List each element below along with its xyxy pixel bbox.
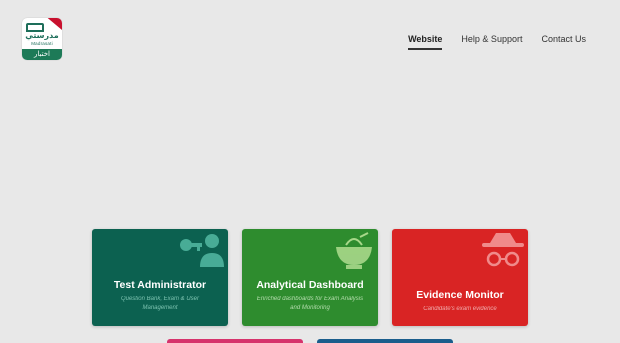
card-evidence-monitor[interactable]: Evidence Monitor Candidate's exam eviden… xyxy=(392,229,528,326)
nav-contact-us[interactable]: Contact Us xyxy=(541,34,586,50)
logo-arabic-band: اختبار xyxy=(22,49,62,60)
card-description: Candidate's exam evidence xyxy=(423,306,497,312)
top-nav: Website Help & Support Contact Us xyxy=(389,34,586,50)
nav-website[interactable]: Website xyxy=(408,34,443,50)
card-title: Evidence Monitor xyxy=(416,289,504,301)
card-description: Question Bank, Exam & User Management xyxy=(120,296,200,311)
card-description: Enriched dashboards for Exam Analysis an… xyxy=(256,296,364,311)
logo-latin-title: Madrasati xyxy=(31,41,53,46)
card-title: Analytical Dashboard xyxy=(256,279,364,291)
card-title: Test Administrator xyxy=(113,279,207,291)
card-partial-blue[interactable] xyxy=(317,339,453,343)
logo-arabic-title: مدرستي xyxy=(25,31,59,40)
card-analytical-dashboard[interactable]: Analytical Dashboard Enriched dashboards… xyxy=(242,229,378,326)
spy-incognito-icon xyxy=(482,233,524,267)
nav-help-support[interactable]: Help & Support xyxy=(461,34,522,50)
analytics-bowl-icon xyxy=(336,232,372,269)
logo-ribbon xyxy=(47,18,62,32)
card-partial-pink[interactable] xyxy=(167,339,303,343)
card-test-administrator[interactable]: Test Administrator Question Bank, Exam &… xyxy=(92,229,228,326)
user-key-icon xyxy=(180,234,224,267)
madrasati-logo[interactable]: مدرستي Madrasati اختبار xyxy=(22,18,62,60)
